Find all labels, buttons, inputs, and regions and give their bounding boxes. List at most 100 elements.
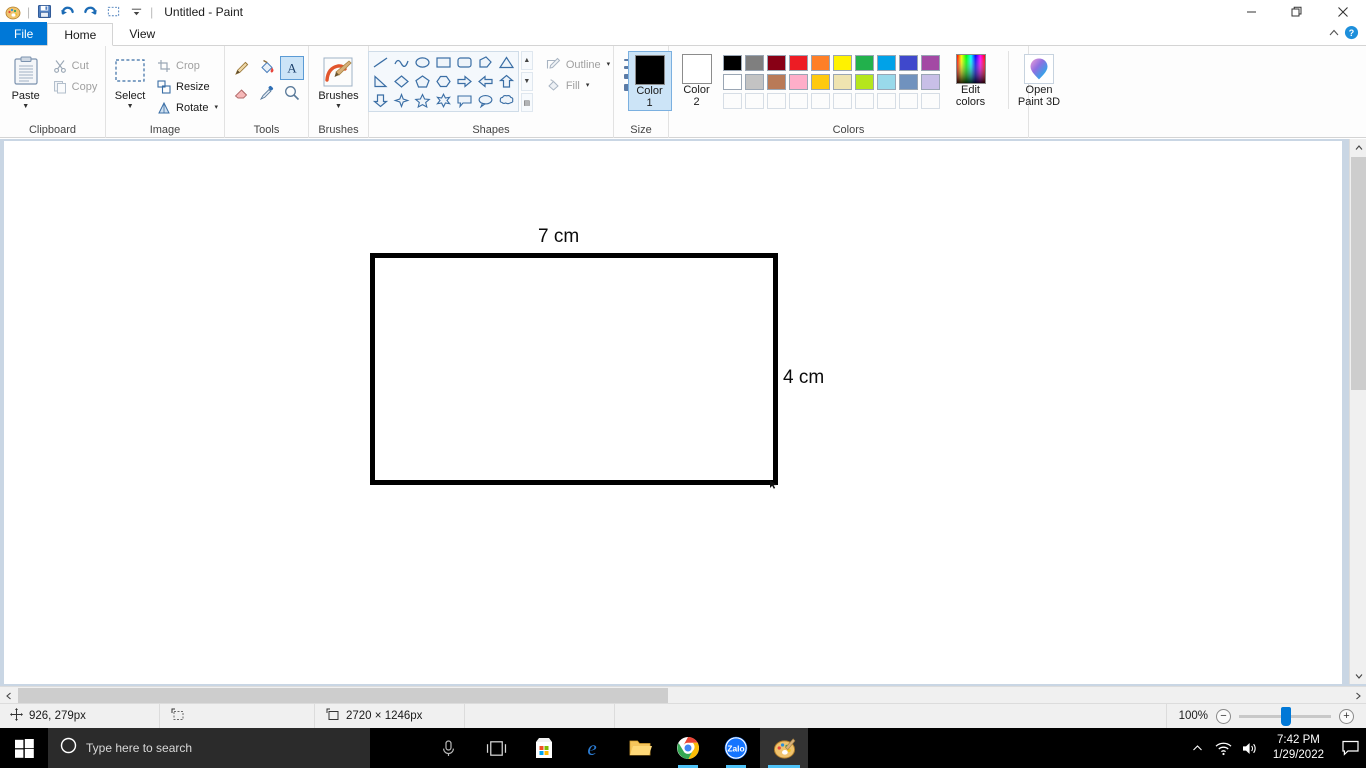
drawing-canvas[interactable]: 7 cm 4 cm: [4, 141, 1342, 684]
shape-up-arrow[interactable]: [496, 72, 517, 91]
shape-oval[interactable]: [412, 53, 433, 72]
palette-swatch-r1-c4[interactable]: [788, 53, 810, 72]
shape-right-triangle[interactable]: [370, 72, 391, 91]
swatch[interactable]: [877, 73, 896, 90]
customize-qat-icon[interactable]: [125, 1, 147, 22]
paint-taskbar-icon[interactable]: [760, 728, 808, 768]
zalo-icon[interactable]: Zalo: [712, 728, 760, 768]
palette-swatch-r3-c10[interactable]: [920, 91, 942, 110]
horizontal-scrollbar[interactable]: [0, 686, 1366, 703]
swatch[interactable]: [855, 54, 874, 71]
palette-swatch-r2-c8[interactable]: [876, 72, 898, 91]
paste-caret-icon[interactable]: ▼: [22, 103, 29, 110]
shape-oval-callout[interactable]: [475, 91, 496, 110]
swatch[interactable]: [855, 92, 874, 109]
zoom-in-button[interactable]: +: [1339, 708, 1354, 724]
swatch[interactable]: [767, 92, 786, 109]
collapse-ribbon-icon[interactable]: [1328, 26, 1340, 44]
swatch[interactable]: [833, 92, 852, 109]
palette-swatch-r3-c4[interactable]: [788, 91, 810, 110]
chrome-icon[interactable]: [664, 728, 712, 768]
swatch[interactable]: [921, 54, 940, 71]
shape-five-point-star[interactable]: [412, 91, 433, 110]
pencil-tool[interactable]: [230, 56, 254, 80]
shape-rectangle[interactable]: [433, 53, 454, 72]
palette-swatch-r3-c3[interactable]: [766, 91, 788, 110]
palette-swatch-r1-c8[interactable]: [876, 53, 898, 72]
shape-four-point-star[interactable]: [391, 91, 412, 110]
action-center-icon[interactable]: [1334, 728, 1366, 768]
shape-down-arrow[interactable]: [370, 91, 391, 110]
fill-with-color-tool[interactable]: [255, 56, 279, 80]
swatch[interactable]: [921, 92, 940, 109]
palette-swatch-r3-c2[interactable]: [744, 91, 766, 110]
tab-home[interactable]: Home: [47, 23, 114, 46]
zoom-out-button[interactable]: −: [1216, 708, 1231, 724]
vertical-scroll-thumb[interactable]: [1351, 157, 1366, 390]
shape-hexagon[interactable]: [433, 72, 454, 91]
swatch[interactable]: [745, 73, 764, 90]
open-paint3d-button[interactable]: Open Paint 3D: [1007, 51, 1070, 109]
resize-button[interactable]: Resize: [152, 76, 222, 97]
rotate-caret-icon[interactable]: ▾: [214, 104, 218, 111]
palette-swatch-r2-c4[interactable]: [788, 72, 810, 91]
shapes-expand-icon[interactable]: ▤: [520, 93, 533, 112]
palette-swatch-r2-c5[interactable]: [810, 72, 832, 91]
start-button[interactable]: [0, 728, 48, 768]
swatch[interactable]: [921, 73, 940, 90]
palette-swatch-r3-c9[interactable]: [898, 91, 920, 110]
palette-swatch-r2-c7[interactable]: [854, 72, 876, 91]
swatch[interactable]: [723, 92, 742, 109]
palette-swatch-r2-c10[interactable]: [920, 72, 942, 91]
scroll-right-icon[interactable]: [1349, 687, 1366, 704]
palette-swatch-r1-c5[interactable]: [810, 53, 832, 72]
horizontal-scroll-thumb[interactable]: [18, 688, 668, 703]
swatch[interactable]: [899, 92, 918, 109]
swatch[interactable]: [833, 54, 852, 71]
copy-button[interactable]: Copy: [48, 76, 102, 97]
palette-swatch-r3-c7[interactable]: [854, 91, 876, 110]
palette-swatch-r2-c3[interactable]: [766, 72, 788, 91]
shape-cloud-callout[interactable]: [496, 91, 517, 110]
swatch[interactable]: [833, 73, 852, 90]
shape-curve[interactable]: [391, 53, 412, 72]
save-icon[interactable]: [33, 1, 55, 22]
outline-caret-icon[interactable]: ▾: [607, 61, 611, 68]
swatch[interactable]: [723, 54, 742, 71]
palette-swatch-r1-c7[interactable]: [854, 53, 876, 72]
swatch[interactable]: [877, 54, 896, 71]
swatch[interactable]: [789, 54, 808, 71]
swatch[interactable]: [789, 92, 808, 109]
shape-pentagon[interactable]: [412, 72, 433, 91]
color-2-button[interactable]: Color 2: [675, 51, 719, 109]
palette-swatch-r3-c8[interactable]: [876, 91, 898, 110]
palette-swatch-r1-c6[interactable]: [832, 53, 854, 72]
shape-left-arrow[interactable]: [475, 72, 496, 91]
close-button[interactable]: [1320, 0, 1366, 23]
palette-swatch-r1-c3[interactable]: [766, 53, 788, 72]
task-view-icon[interactable]: [472, 728, 520, 768]
select-caret-icon[interactable]: ▼: [127, 103, 134, 110]
edge-icon[interactable]: e: [568, 728, 616, 768]
swatch[interactable]: [767, 54, 786, 71]
help-icon[interactable]: ?: [1344, 25, 1359, 45]
swatch[interactable]: [899, 73, 918, 90]
tab-file[interactable]: File: [0, 22, 48, 45]
eraser-tool[interactable]: [230, 81, 254, 105]
speaker-icon[interactable]: [1237, 728, 1263, 768]
palette-swatch-r2-c1[interactable]: [722, 72, 744, 91]
swatch[interactable]: [855, 73, 874, 90]
swatch[interactable]: [767, 73, 786, 90]
scroll-down-icon[interactable]: [1350, 667, 1366, 684]
scroll-left-icon[interactable]: [0, 687, 17, 704]
palette-swatch-r2-c6[interactable]: [832, 72, 854, 91]
shape-rounded-rectangle[interactable]: [454, 53, 475, 72]
shapes-scroll-up-icon[interactable]: ▲: [520, 51, 533, 70]
brushes-caret-icon[interactable]: ▼: [335, 103, 342, 110]
color-1-button[interactable]: Color 1: [627, 51, 672, 111]
swatch[interactable]: [811, 54, 830, 71]
scroll-up-icon[interactable]: [1350, 139, 1366, 156]
show-hidden-icons-chevron[interactable]: [1185, 728, 1211, 768]
shape-six-point-star[interactable]: [433, 91, 454, 110]
palette-swatch-r2-c9[interactable]: [898, 72, 920, 91]
